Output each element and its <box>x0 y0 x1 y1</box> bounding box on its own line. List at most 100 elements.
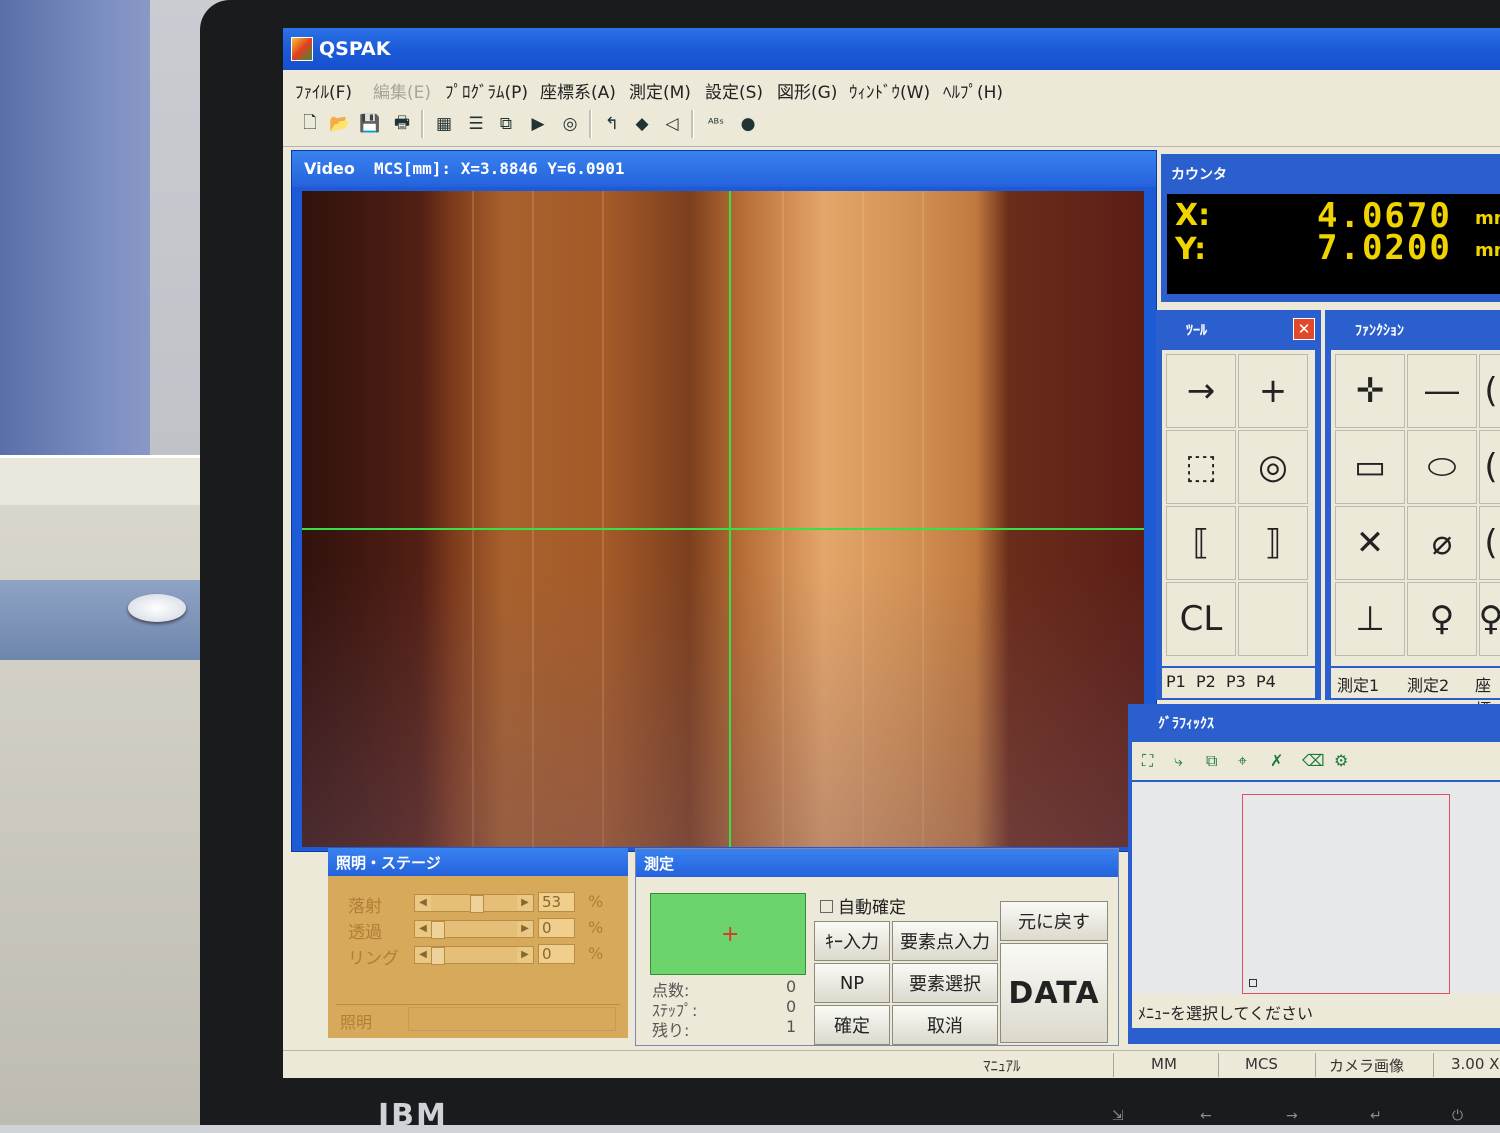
point-function-icon[interactable]: ✛ <box>1335 354 1405 428</box>
slider-thumb[interactable] <box>470 895 485 913</box>
checkbox-box[interactable] <box>820 900 833 913</box>
counter-title: カウンタ <box>1171 167 1227 183</box>
power-icon: ⏻ <box>1452 1108 1464 1124</box>
delete-icon[interactable]: ✗ <box>1270 751 1283 770</box>
rotate-icon[interactable]: ↰ <box>599 110 625 138</box>
camera-image[interactable] <box>302 191 1144 847</box>
undo-button[interactable]: 元に戻す <box>1000 901 1108 941</box>
box-right-tool-icon[interactable]: ⟧ <box>1238 506 1308 580</box>
enter-icon: ↵ <box>1370 1108 1382 1124</box>
abs-icon[interactable]: ᴬᴮˢ <box>703 110 729 138</box>
program-icon[interactable]: ▦ <box>431 110 457 138</box>
menu-help[interactable]: ﾍﾙﾌﾟ(H) <box>943 78 1003 103</box>
menu-shape[interactable]: 図形(G) <box>777 78 837 103</box>
menu-file[interactable]: ﾌｧｲﾙ(F) <box>295 78 352 103</box>
menu-settings[interactable]: 設定(S) <box>705 78 763 103</box>
epi-slider[interactable]: ◀ ▶ <box>414 894 534 913</box>
slider-thumb[interactable] <box>431 921 445 939</box>
percent-label: % <box>588 918 604 937</box>
menu-coordinate[interactable]: 座標系(A) <box>540 78 616 103</box>
print-icon[interactable]: 🖶 <box>389 110 415 138</box>
circles-function-icon[interactable]: ( <box>1479 506 1500 580</box>
circle-function-icon[interactable]: ( <box>1479 354 1500 428</box>
ring-slider[interactable]: ◀ ▶ <box>414 946 534 965</box>
tab-measure-1[interactable]: 測定1 <box>1337 672 1379 696</box>
status-separator <box>1218 1053 1219 1077</box>
epi-value[interactable]: 53 <box>538 892 575 912</box>
title-bar: QSPAK <box>283 28 1500 70</box>
copy-icon[interactable]: ⧉ <box>493 110 519 138</box>
zoom-fit-icon[interactable]: ⛶ <box>1142 751 1153 771</box>
new-file-icon[interactable]: 🗋 <box>297 110 323 138</box>
transmit-value[interactable]: 0 <box>538 918 575 938</box>
remaining-value: 1 <box>786 1017 797 1036</box>
list-icon[interactable]: ☰ <box>463 110 489 138</box>
ellipse-function-icon[interactable]: ( <box>1479 430 1500 504</box>
arrow-tool-icon[interactable]: → <box>1166 354 1236 428</box>
transmit-slider[interactable]: ◀ ▶ <box>414 920 534 939</box>
tab-p3[interactable]: P3 <box>1226 672 1246 691</box>
cancel-button[interactable]: 取消 <box>892 1005 998 1045</box>
run-icon[interactable]: ▶ <box>525 110 551 138</box>
menu-window[interactable]: ｳｨﾝﾄﾞｳ(W) <box>849 78 930 103</box>
light-label: 透過 <box>348 923 382 943</box>
line-function-icon[interactable]: ― <box>1407 354 1477 428</box>
slider-right-icon[interactable]: ▶ <box>517 895 533 911</box>
auto-confirm-checkbox[interactable]: 自動確定 <box>820 893 906 918</box>
height-function-icon[interactable]: ⊥ <box>1335 582 1405 656</box>
np-button[interactable]: NP <box>814 963 890 1003</box>
menu-measure[interactable]: 測定(M) <box>629 78 691 103</box>
circle-base-function-icon[interactable]: ♀ <box>1479 582 1500 656</box>
close-icon[interactable]: ✕ <box>1293 318 1315 340</box>
circle-height-function-icon[interactable]: ♀ <box>1407 582 1477 656</box>
tab-p4[interactable]: P4 <box>1256 672 1276 691</box>
rotate-view-icon[interactable]: ⤷ <box>1174 751 1183 771</box>
graphics-view[interactable] <box>1132 782 1500 994</box>
toolbar-separator <box>421 110 424 138</box>
settings-icon[interactable]: ⚙ <box>1334 751 1348 770</box>
menu-bar: ﾌｧｲﾙ(F) 編集(E) ﾌﾟﾛｸﾞﾗﾑ(P) 座標系(A) 測定(M) 設定… <box>283 70 1500 104</box>
diameter-function-icon[interactable]: ⌀ <box>1407 506 1477 580</box>
zoom-window-icon[interactable]: ⧉ <box>1206 751 1217 771</box>
probe-icon[interactable]: ◎ <box>557 110 583 138</box>
slider-right-icon[interactable]: ▶ <box>517 947 533 963</box>
tab-p1[interactable]: P1 <box>1166 672 1186 691</box>
save-icon[interactable]: 💾 <box>357 110 383 138</box>
element-point-button[interactable]: 要素点入力 <box>892 921 998 961</box>
box-left-tool-icon[interactable]: ⟦ <box>1166 506 1236 580</box>
record-icon[interactable]: ● <box>735 110 761 138</box>
cl-tool[interactable]: CL <box>1166 582 1236 656</box>
slider-left-icon[interactable]: ◀ <box>415 921 431 937</box>
open-folder-icon[interactable]: 📂 <box>327 110 353 138</box>
graphics-panel: ｸﾞﾗﾌｨｯｸｽ ⛶ ⤷ ⧉ ⌖ ✗ ⌫ ⚙ ﾒﾆｭｰを選択してください <box>1128 704 1500 1044</box>
tool-palette: ﾂｰﾙ ✕ → + ⬚ ◎ ⟦ ⟧ CL P1 P2 P3 P4 <box>1156 310 1321 700</box>
key-input-button[interactable]: ｷｰ入力 <box>814 921 890 961</box>
diamond-icon[interactable]: ◆ <box>629 110 655 138</box>
slider-right-icon[interactable]: ▶ <box>517 921 533 937</box>
toolbar-separator <box>589 110 592 138</box>
zoom-in-icon[interactable]: ⌖ <box>1238 751 1247 771</box>
image-shadow <box>302 567 1144 847</box>
cross-tool-icon[interactable]: + <box>1238 354 1308 428</box>
slider-left-icon[interactable]: ◀ <box>415 895 431 911</box>
edge-box-tool-icon[interactable]: ⬚ <box>1166 430 1236 504</box>
circle-tool-icon[interactable]: ◎ <box>1238 430 1308 504</box>
menu-edit[interactable]: 編集(E) <box>373 78 431 103</box>
confirm-button[interactable]: 確定 <box>814 1005 890 1045</box>
tab-p2[interactable]: P2 <box>1196 672 1216 691</box>
slider-thumb[interactable] <box>431 947 445 965</box>
menu-program[interactable]: ﾌﾟﾛｸﾞﾗﾑ(P) <box>445 78 528 103</box>
slot-function-icon[interactable]: ⬭ <box>1407 430 1477 504</box>
x-axis-label: X: <box>1175 198 1211 233</box>
sound-icon[interactable]: ◁ <box>659 110 685 138</box>
function-grid: ✛ ― ( ▭ ⬭ ( ✕ ⌀ ( ⊥ ♀ ♀ <box>1331 350 1500 666</box>
slider-left-icon[interactable]: ◀ <box>415 947 431 963</box>
intersection-function-icon[interactable]: ✕ <box>1335 506 1405 580</box>
eraser-icon[interactable]: ⌫ <box>1302 751 1325 770</box>
graphics-canvas[interactable] <box>1242 794 1450 994</box>
data-button[interactable]: DATA <box>1000 943 1108 1043</box>
tab-measure-2[interactable]: 測定2 <box>1407 672 1449 696</box>
element-select-button[interactable]: 要素選択 <box>892 963 998 1003</box>
rectangle-function-icon[interactable]: ▭ <box>1335 430 1405 504</box>
ring-value[interactable]: 0 <box>538 944 575 964</box>
